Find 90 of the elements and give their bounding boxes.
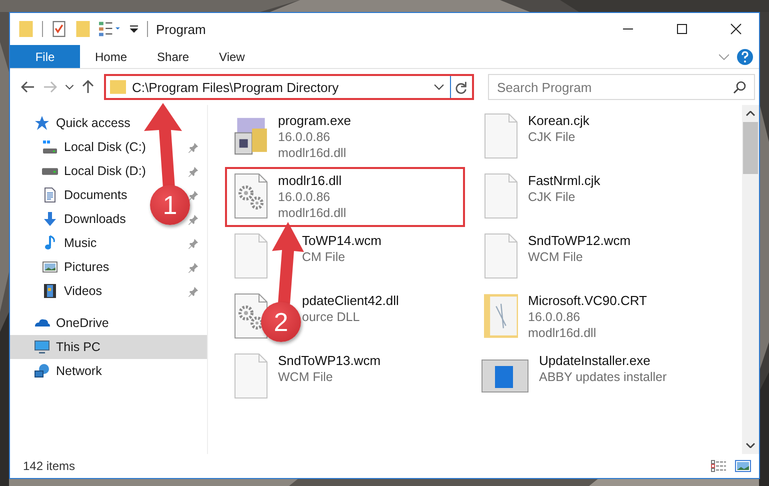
properties-icon[interactable]	[51, 21, 67, 37]
drive-icon	[42, 168, 58, 174]
pin-icon[interactable]	[188, 142, 199, 152]
file-name[interactable]: pdateClient42.dll	[302, 293, 399, 309]
pin-icon[interactable]	[188, 262, 199, 272]
refresh-icon	[455, 80, 468, 94]
forward-arrow-icon	[43, 80, 57, 94]
film-icon	[42, 283, 58, 299]
file-detail: 16.0.0.86	[278, 129, 332, 145]
file-icon	[484, 233, 518, 279]
up-arrow-icon	[81, 80, 95, 94]
ribbon-tab[interactable]: Home	[80, 45, 142, 68]
sidebar-item[interactable]: Network	[10, 359, 207, 383]
file-detail: CJK File	[528, 129, 576, 145]
pin-icon[interactable]	[188, 238, 199, 248]
gear-file-icon	[234, 293, 268, 339]
pin-icon[interactable]	[188, 166, 199, 176]
sidebar-item[interactable]: Pictures	[64, 260, 110, 274]
file-name[interactable]: Microsoft.VC90.CRT	[528, 293, 647, 309]
file-detail: 16.0.0.86	[278, 189, 332, 205]
pin-icon[interactable]	[188, 214, 199, 224]
file-name[interactable]: ToWP14.wcm	[302, 233, 382, 249]
file-name[interactable]: modlr16.dll	[278, 173, 346, 189]
item-count: 142 items	[23, 459, 76, 473]
sidebar-item[interactable]: OneDrive	[10, 311, 207, 335]
large-icons-view-icon[interactable]	[735, 460, 751, 472]
gear-file-icon	[234, 173, 268, 219]
download-arrow-icon	[42, 211, 58, 227]
file-detail: modlr16d.dll	[278, 205, 346, 221]
file-detail: modlr16d.dll	[528, 325, 598, 341]
ribbon-tab[interactable]: Share	[142, 45, 204, 68]
file-menu-button[interactable]: File	[10, 45, 80, 68]
folder-icon	[484, 293, 518, 339]
maximize-icon	[676, 23, 688, 35]
music-note-icon	[42, 235, 58, 251]
caret-icon	[64, 84, 74, 90]
dropdown-icon[interactable]	[434, 84, 444, 90]
expand-ribbon-icon[interactable]	[719, 54, 729, 60]
sidebar-item[interactable]: Quick access	[10, 111, 207, 135]
file-name[interactable]: FastNrml.cjk	[528, 173, 600, 189]
window-title: Program	[156, 22, 206, 36]
scrollbar-thumb[interactable]	[743, 122, 758, 174]
sidebar-item[interactable]: Local Disk (C:)	[64, 140, 146, 154]
star-icon	[34, 115, 50, 131]
ribbon-tab[interactable]: View	[204, 45, 260, 68]
file-detail: CJK File	[528, 189, 576, 205]
file-detail: modlr16d.dll	[278, 145, 348, 161]
file-icon	[234, 233, 268, 279]
scroll-up-icon[interactable]	[746, 111, 755, 116]
back-button[interactable]	[20, 79, 36, 95]
search-icon	[733, 81, 746, 94]
file-icon	[484, 173, 518, 219]
back-arrow-icon	[21, 80, 35, 94]
details-view-icon[interactable]	[711, 460, 727, 472]
file-name[interactable]: program.exe	[278, 113, 351, 129]
sidebar-item[interactable]: Documents	[64, 188, 128, 202]
file-name[interactable]: UpdateInstaller.exe	[539, 353, 667, 369]
sidebar-item[interactable]: Videos	[64, 284, 102, 298]
file-icon	[484, 113, 518, 159]
file-icon	[234, 353, 268, 399]
file-name[interactable]: SndToWP13.wcm	[278, 353, 381, 369]
sidebar-item[interactable]: Local Disk (D:)	[64, 164, 146, 178]
file-detail: ource DLL	[302, 309, 361, 325]
help-icon[interactable]	[737, 48, 753, 64]
document-icon	[42, 187, 58, 203]
installer-icon	[481, 359, 529, 393]
network-icon	[34, 363, 50, 379]
view-options-icon[interactable]	[99, 21, 121, 37]
file-detail: CM File	[302, 249, 346, 265]
file-detail: WCM File	[278, 369, 334, 385]
sidebar-item[interactable]: Music	[64, 236, 97, 250]
drive-icon	[42, 139, 58, 155]
close-icon	[730, 23, 742, 35]
file-name[interactable]: SndToWP12.wcm	[528, 233, 631, 249]
pin-icon[interactable]	[188, 190, 199, 200]
pin-icon[interactable]	[188, 286, 199, 296]
file-name[interactable]: Korean.cjk	[528, 113, 590, 129]
picture-icon	[42, 259, 58, 275]
customize-toolbar-icon[interactable]	[129, 25, 139, 33]
sidebar-item[interactable]: This PC	[10, 335, 207, 359]
sidebar-item[interactable]: Downloads	[64, 212, 126, 226]
file-detail: 16.0.0.86	[528, 309, 582, 325]
folder-icon	[110, 80, 126, 94]
file-detail: ABBY updates installer	[539, 369, 667, 385]
up-button[interactable]	[80, 79, 96, 95]
monitor-icon	[34, 339, 50, 355]
scroll-down-icon[interactable]	[746, 443, 755, 448]
search-field[interactable]: Search Program	[488, 74, 755, 100]
address-bar[interactable]: C:\Program Files\Program Directory	[104, 74, 474, 100]
file-detail: WCM File	[528, 249, 584, 265]
